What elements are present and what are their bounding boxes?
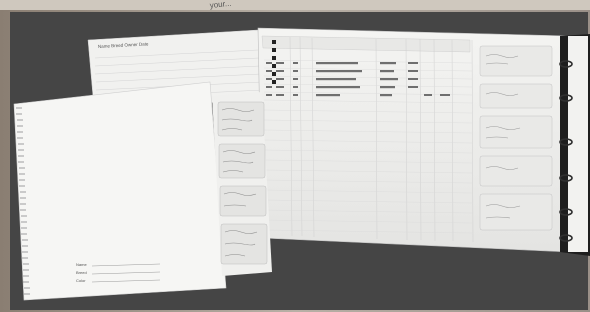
binder-form-boxes [479,45,553,231]
middle-form-column [212,92,272,276]
top-strip [0,0,590,10]
spiral-notebook-page: Name Breed Color [13,81,227,301]
binder-ledger-spread [257,27,590,256]
footer-field-1: Name [76,262,87,267]
photo-illustration: your... Name Breed Owner Date Name Breed… [0,0,590,312]
footer-field-3: Color [76,278,86,283]
footer-field-2: Breed [76,270,87,275]
photo-scene: your... Name Breed Owner Date Name Breed… [0,0,590,312]
